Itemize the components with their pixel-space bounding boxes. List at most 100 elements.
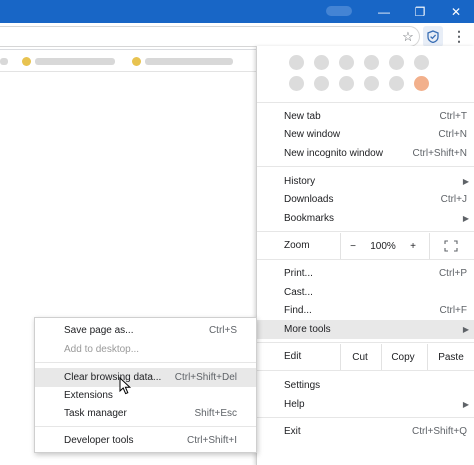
menu-item-label: New incognito window — [284, 148, 383, 159]
bookmark-favicon — [132, 56, 141, 66]
address-bar[interactable] — [0, 26, 420, 47]
submenu-arrow-icon: ▶ — [462, 214, 469, 223]
menu-item-shortcut: Ctrl+J — [440, 194, 467, 205]
zoom-divider — [340, 233, 341, 259]
submenu-developer-tools[interactable]: Developer tools Ctrl+Shift+I — [35, 431, 256, 450]
edit-label: Edit — [284, 351, 302, 362]
submenu-clear-browsing-data[interactable]: Clear browsing data... Ctrl+Shift+Del — [35, 368, 256, 387]
extension-icon[interactable] — [314, 76, 329, 91]
bookmark-favicon — [22, 56, 31, 66]
submenu-divider — [35, 362, 256, 363]
bookmark-label-blurred — [0, 57, 8, 65]
cut-button[interactable]: Cut — [341, 344, 379, 370]
menu-edit-row: Edit Cut Copy Paste — [257, 344, 474, 370]
menu-item-shortcut: Ctrl+P — [438, 268, 467, 279]
submenu-item-label: Extensions — [64, 390, 113, 401]
extension-icon[interactable] — [414, 76, 429, 91]
menu-item-label: Downloads — [284, 194, 334, 205]
menu-item-label: Print... — [284, 268, 313, 279]
minimize-button[interactable]: — — [366, 0, 402, 23]
menu-settings[interactable]: Settings — [257, 376, 474, 395]
submenu-save-page[interactable]: Save page as... Ctrl+S — [35, 321, 256, 340]
menu-divider — [257, 231, 474, 232]
menu-item-label: Help — [284, 399, 305, 410]
extension-icon[interactable] — [389, 76, 404, 91]
menu-item-label: New tab — [284, 111, 321, 122]
menu-item-shortcut: Ctrl+Shift+N — [412, 148, 467, 159]
mouse-pointer-icon — [119, 377, 132, 395]
menu-item-shortcut: Ctrl+F — [439, 305, 468, 316]
extension-icon[interactable] — [339, 55, 354, 70]
zoom-out-button[interactable]: − — [345, 238, 361, 254]
fullscreen-icon[interactable] — [441, 238, 461, 254]
paste-button[interactable]: Paste — [428, 344, 474, 370]
submenu-item-shortcut: Ctrl+Shift+Del — [174, 372, 237, 383]
extension-icon[interactable] — [364, 55, 379, 70]
zoom-divider — [429, 233, 430, 259]
menu-new-window[interactable]: New window Ctrl+N — [257, 125, 474, 144]
extension-icon[interactable] — [389, 55, 404, 70]
zoom-level-value: 100% — [370, 240, 396, 252]
submenu-task-manager[interactable]: Task manager Shift+Esc — [35, 404, 256, 423]
menu-new-incognito-window[interactable]: New incognito window Ctrl+Shift+N — [257, 144, 474, 163]
submenu-extensions[interactable]: Extensions — [35, 386, 256, 405]
menu-exit[interactable]: Exit Ctrl+Shift+Q — [257, 422, 474, 441]
submenu-divider — [35, 426, 256, 427]
menu-new-tab[interactable]: New tab Ctrl+T — [257, 107, 474, 126]
menu-item-label: History — [284, 176, 316, 187]
chrome-main-menu: New tab Ctrl+T New window Ctrl+N New inc… — [256, 46, 474, 465]
title-bar: — ❐ ✕ — [0, 0, 474, 23]
submenu-add-to-desktop: Add to desktop... — [35, 340, 256, 359]
menu-divider — [257, 102, 474, 103]
menu-history[interactable]: History ▶ — [257, 172, 474, 191]
extension-icon[interactable] — [364, 76, 379, 91]
menu-item-label: New window — [284, 129, 341, 140]
menu-kebab-icon[interactable]: ⋮ — [449, 26, 469, 47]
menu-item-shortcut: Ctrl+T — [439, 111, 468, 122]
submenu-arrow-icon: ▶ — [462, 325, 469, 334]
menu-downloads[interactable]: Downloads Ctrl+J — [257, 190, 474, 209]
extension-icon[interactable] — [339, 76, 354, 91]
close-button[interactable]: ✕ — [438, 0, 474, 23]
extension-icon[interactable] — [314, 55, 329, 70]
submenu-arrow-icon: ▶ — [462, 177, 469, 186]
submenu-item-shortcut: Ctrl+S — [208, 325, 237, 336]
extension-icon[interactable] — [414, 55, 429, 70]
bookmark-item[interactable] — [132, 55, 233, 67]
extension-icons-row — [257, 46, 474, 98]
menu-zoom-row: Zoom − 100% + — [257, 233, 474, 259]
menu-item-label: Cast... — [284, 287, 313, 298]
menu-divider — [257, 342, 474, 343]
extension-icon[interactable] — [289, 55, 304, 70]
menu-cast[interactable]: Cast... — [257, 283, 474, 302]
menu-find[interactable]: Find... Ctrl+F — [257, 301, 474, 320]
submenu-arrow-icon: ▶ — [462, 400, 469, 409]
submenu-item-label: Task manager — [64, 408, 127, 419]
submenu-item-shortcut: Ctrl+Shift+I — [186, 435, 237, 446]
menu-item-shortcut: Ctrl+N — [438, 129, 467, 140]
menu-bookmarks[interactable]: Bookmarks ▶ — [257, 209, 474, 228]
profile-avatar-blurred[interactable] — [326, 6, 352, 16]
bookmark-star-icon[interactable]: ☆ — [398, 26, 418, 47]
menu-divider — [257, 259, 474, 260]
submenu-item-label: Clear browsing data... — [64, 372, 162, 383]
menu-item-label: Bookmarks — [284, 213, 335, 224]
menu-item-shortcut: Ctrl+Shift+Q — [411, 426, 467, 437]
submenu-item-label: Save page as... — [64, 325, 134, 336]
restore-button[interactable]: ❐ — [402, 0, 438, 23]
zoom-in-button[interactable]: + — [405, 238, 421, 254]
extension-icon[interactable] — [289, 76, 304, 91]
menu-more-tools[interactable]: More tools ▶ — [257, 320, 474, 339]
menu-item-label: Settings — [284, 380, 321, 391]
more-tools-submenu: Save page as... Ctrl+S Add to desktop...… — [34, 317, 257, 453]
copy-button[interactable]: Copy — [382, 344, 424, 370]
bookmark-item[interactable] — [22, 55, 115, 67]
menu-item-label: More tools — [284, 324, 331, 335]
menu-help[interactable]: Help ▶ — [257, 395, 474, 414]
bookmark-item[interactable] — [0, 55, 8, 67]
extension-shield-icon[interactable] — [423, 26, 443, 47]
menu-item-label: Exit — [284, 426, 301, 437]
submenu-item-shortcut: Shift+Esc — [194, 408, 237, 419]
menu-print[interactable]: Print... Ctrl+P — [257, 264, 474, 283]
zoom-label: Zoom — [284, 240, 310, 251]
